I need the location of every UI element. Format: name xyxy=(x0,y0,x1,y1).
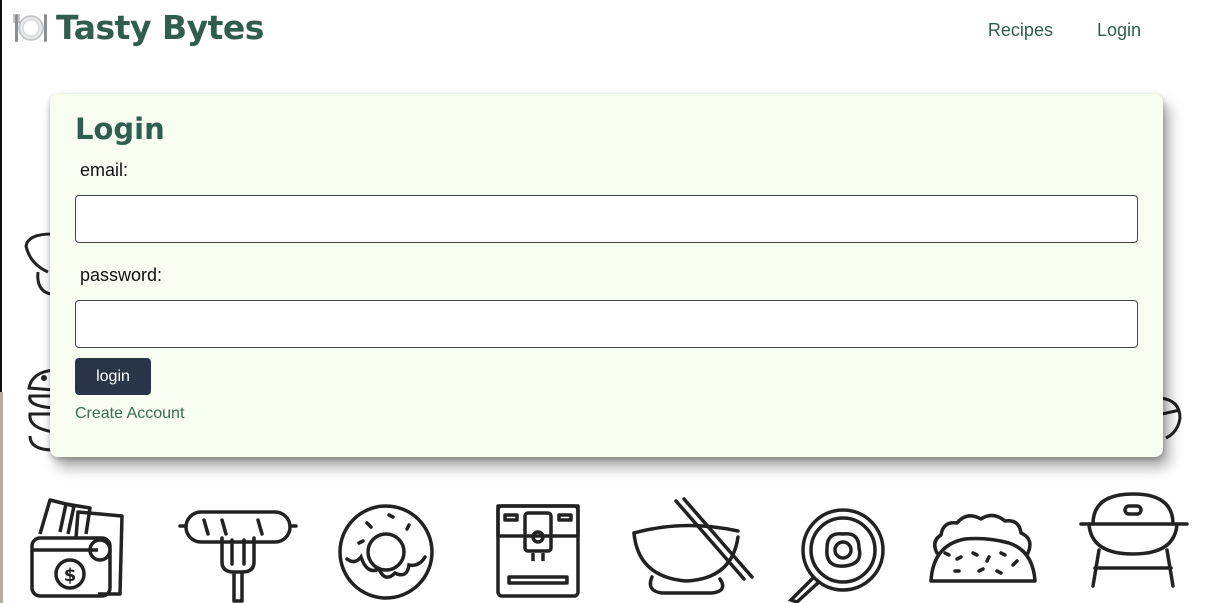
password-label: password: xyxy=(80,265,163,285)
bowl-chopsticks-icon xyxy=(632,497,756,599)
taco-icon xyxy=(927,509,1039,589)
sausage-fork-icon xyxy=(178,506,298,603)
password-field[interactable] xyxy=(75,300,1138,348)
window-edge-lower xyxy=(0,392,3,603)
create-account-link[interactable]: Create Account xyxy=(75,405,184,423)
money-icon: $ xyxy=(28,494,126,600)
coffee-machine-icon xyxy=(495,503,581,599)
donut-icon xyxy=(337,503,435,603)
frying-pan-egg-icon xyxy=(787,506,887,603)
nav-login-link[interactable]: Login xyxy=(1097,20,1141,41)
email-label: email: xyxy=(80,160,129,180)
brand[interactable]: Tasty Bytes xyxy=(12,8,264,47)
email-field[interactable] xyxy=(75,195,1138,243)
nav-recipes-link[interactable]: Recipes xyxy=(988,20,1053,41)
svg-text:$: $ xyxy=(64,565,77,586)
grill-icon xyxy=(1079,490,1191,588)
login-card: Login email: password: login Create Acco… xyxy=(50,94,1163,457)
window-edge xyxy=(0,0,2,392)
login-button[interactable]: login xyxy=(75,358,151,395)
brand-title: Tasty Bytes xyxy=(56,8,264,47)
top-nav: Recipes Login xyxy=(988,20,1141,41)
plate-cutlery-icon xyxy=(12,10,48,46)
login-title: Login xyxy=(75,112,165,146)
